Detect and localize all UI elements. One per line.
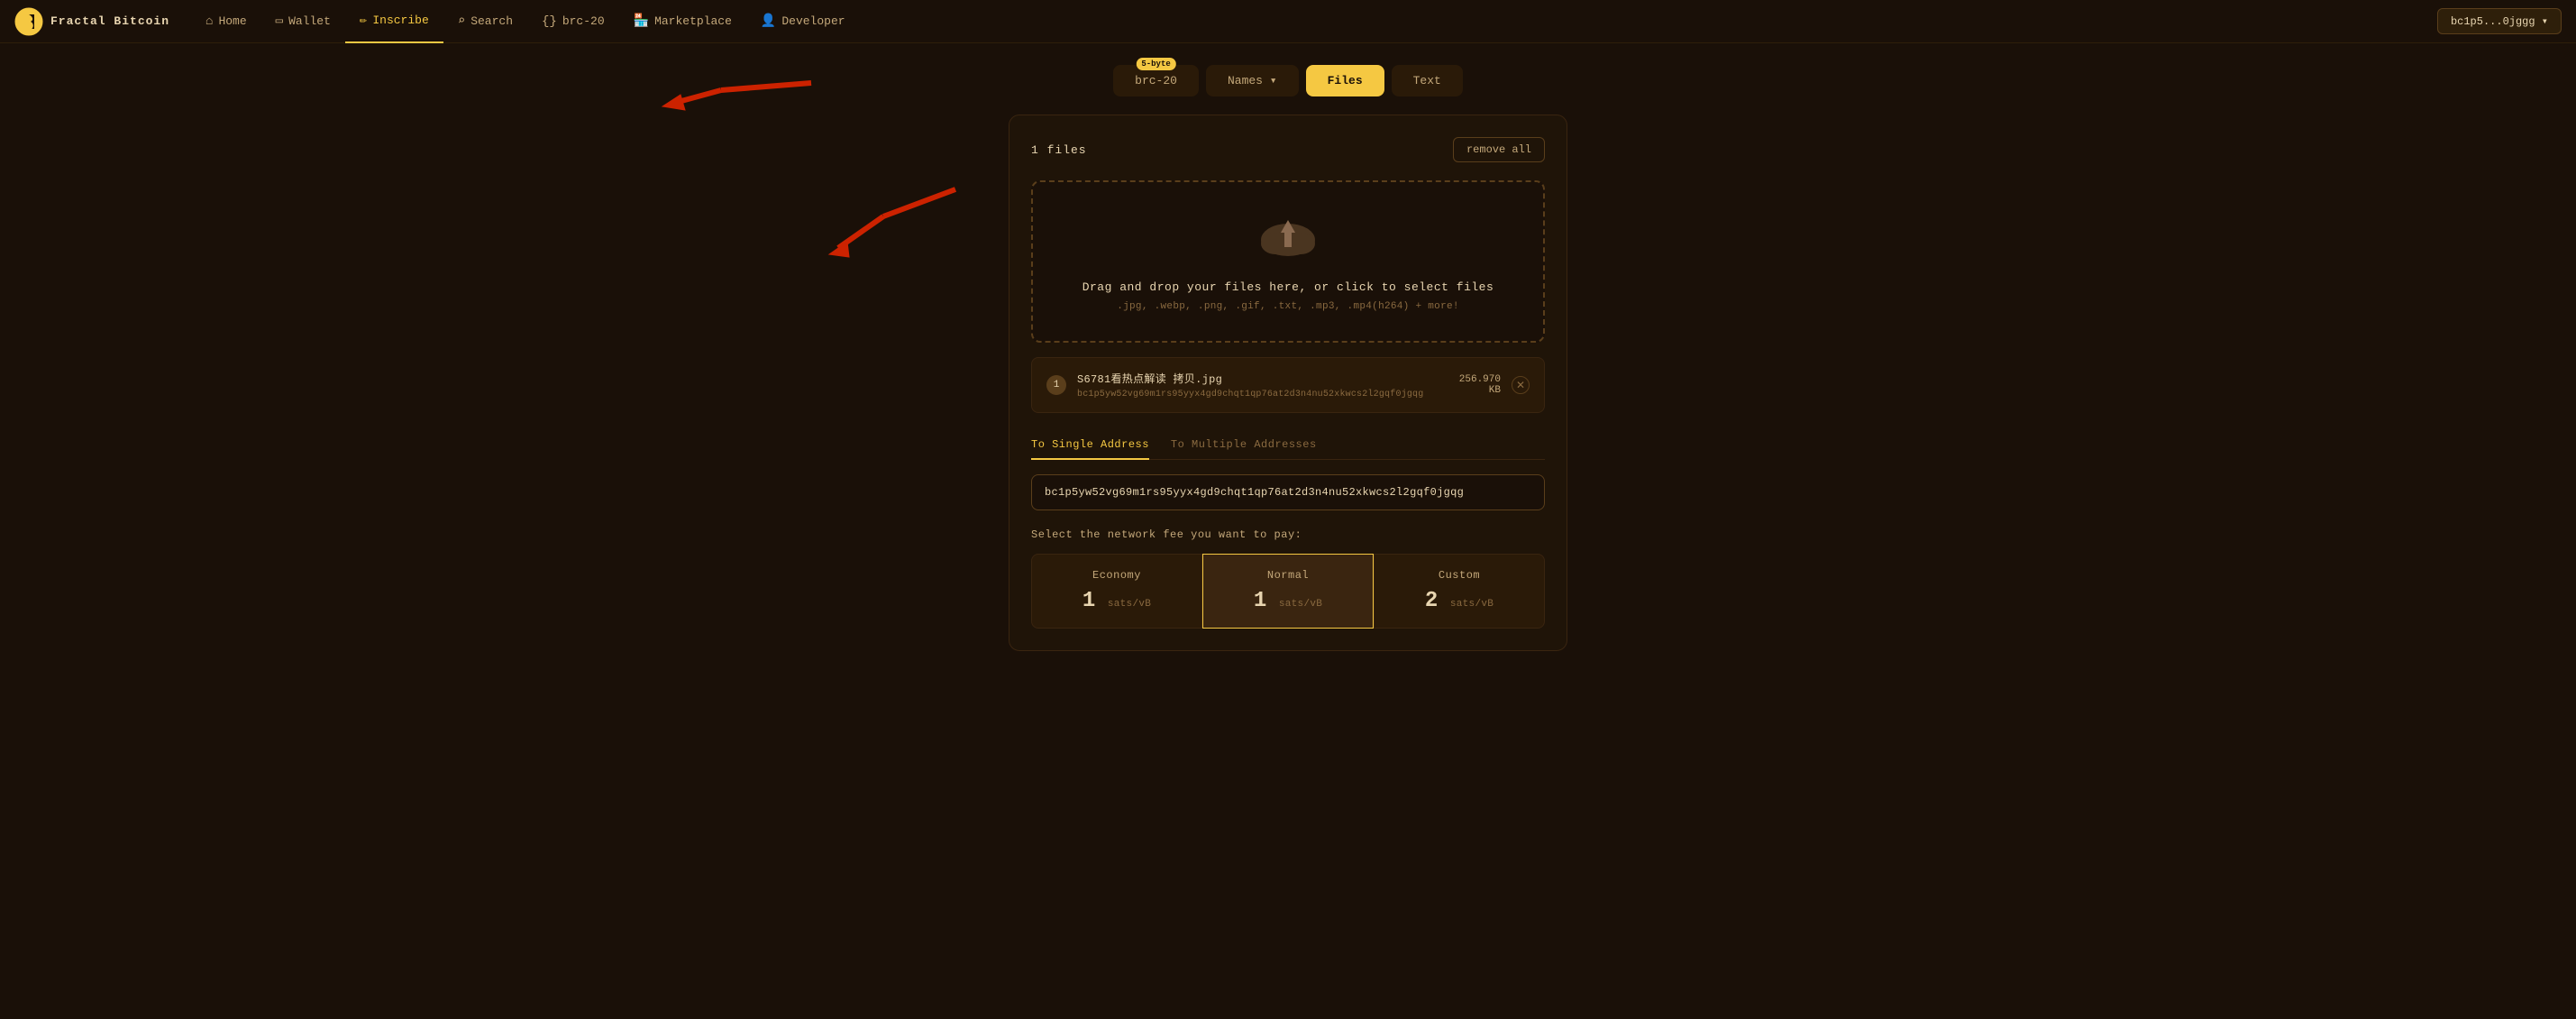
file-name: S6781看热点解读 拷贝.jpg bbox=[1077, 371, 1448, 386]
panel-header: 1 files remove all bbox=[1031, 137, 1545, 162]
fee-normal-unit: sats/vB bbox=[1279, 599, 1322, 610]
search-icon: ⌕ bbox=[458, 14, 465, 29]
wallet-button[interactable]: bc1p5...0jggg ▾ bbox=[2437, 8, 2562, 34]
nav-item-developer[interactable]: 👤 Developer bbox=[746, 0, 860, 43]
address-tab-single[interactable]: To Single Address bbox=[1031, 431, 1149, 460]
nav-label-brc20: brc-20 bbox=[562, 14, 605, 28]
file-address: bc1p5yw52vg69m1rs95yyx4gd9chqt1qp76at2d3… bbox=[1077, 390, 1448, 399]
tab-brc20-label: brc-20 bbox=[1135, 74, 1177, 87]
brc20-badge: 5-byte bbox=[1136, 58, 1175, 70]
fee-economy-unit: sats/vB bbox=[1108, 599, 1151, 610]
file-size: 256.970 KB bbox=[1459, 374, 1501, 396]
wallet-address: bc1p5...0jggg ▾ bbox=[2451, 14, 2548, 28]
fee-normal-label: Normal bbox=[1214, 569, 1362, 582]
tab-names-label: Names ▾ bbox=[1228, 74, 1277, 87]
fee-custom-unit: sats/vB bbox=[1450, 599, 1494, 610]
navbar: Fractal Bitcoin ⌂ Home ▭ Wallet ✏ Inscri… bbox=[0, 0, 2576, 43]
address-tabs: To Single Address To Multiple Addresses bbox=[1031, 431, 1545, 460]
logo-text: Fractal Bitcoin bbox=[50, 14, 169, 28]
nav-item-marketplace[interactable]: 🏪 Marketplace bbox=[619, 0, 746, 43]
address-input[interactable] bbox=[1031, 474, 1545, 510]
fee-economy-value-row: 1 sats/vB bbox=[1043, 589, 1191, 613]
remove-all-button[interactable]: remove all bbox=[1453, 137, 1545, 162]
tab-names[interactable]: Names ▾ bbox=[1206, 65, 1299, 96]
fee-card-custom[interactable]: Custom 2 sats/vB bbox=[1374, 554, 1545, 629]
fee-custom-label: Custom bbox=[1385, 569, 1533, 582]
nav-label-search: Search bbox=[470, 14, 513, 28]
fee-economy-value: 1 bbox=[1082, 589, 1095, 613]
dropzone[interactable]: Drag and drop your files here, or click … bbox=[1031, 180, 1545, 343]
nav-item-home[interactable]: ⌂ Home bbox=[191, 0, 261, 43]
fee-label: Select the network fee you want to pay: bbox=[1031, 528, 1545, 541]
inscribe-panel: 1 files remove all Drag and drop your fi… bbox=[1009, 115, 1567, 651]
wallet-icon: ▭ bbox=[276, 14, 283, 29]
file-count: 1 files bbox=[1031, 143, 1087, 157]
file-item: 1 S6781看热点解读 拷贝.jpg bc1p5yw52vg69m1rs95y… bbox=[1031, 357, 1545, 413]
fee-card-normal[interactable]: Normal 1 sats/vB bbox=[1202, 554, 1374, 629]
nav-label-wallet: Wallet bbox=[288, 14, 331, 28]
fee-normal-value: 1 bbox=[1254, 589, 1266, 613]
tab-brc20[interactable]: 5-byte brc-20 bbox=[1113, 65, 1199, 96]
fee-card-economy[interactable]: Economy 1 sats/vB bbox=[1031, 554, 1202, 629]
fee-custom-value: 2 bbox=[1425, 589, 1438, 613]
nav-logo[interactable]: Fractal Bitcoin bbox=[14, 7, 169, 36]
tab-files[interactable]: Files bbox=[1306, 65, 1384, 96]
nav-item-inscribe[interactable]: ✏ Inscribe bbox=[345, 0, 443, 43]
file-remove-button[interactable]: ✕ bbox=[1512, 376, 1530, 394]
file-index: 1 bbox=[1046, 375, 1066, 395]
tab-files-label: Files bbox=[1328, 74, 1363, 87]
tab-text[interactable]: Text bbox=[1392, 65, 1463, 96]
logo-icon bbox=[14, 7, 43, 36]
marketplace-icon: 🏪 bbox=[634, 14, 649, 29]
dropzone-text: Drag and drop your files here, or click … bbox=[1051, 280, 1525, 294]
brc20-icon: {} bbox=[542, 14, 557, 29]
home-icon: ⌂ bbox=[206, 14, 213, 29]
fee-custom-value-row: 2 sats/vB bbox=[1385, 589, 1533, 613]
file-size-value: 256.970 bbox=[1459, 374, 1501, 385]
fee-cards: Economy 1 sats/vB Normal 1 sats/vB Custo… bbox=[1031, 554, 1545, 629]
tab-text-label: Text bbox=[1413, 74, 1441, 87]
nav-label-home: Home bbox=[218, 14, 246, 28]
address-tab-multiple[interactable]: To Multiple Addresses bbox=[1171, 431, 1317, 460]
nav-label-marketplace: Marketplace bbox=[654, 14, 732, 28]
dropzone-formats: .jpg, .webp, .png, .gif, .txt, .mp3, .mp… bbox=[1051, 301, 1525, 312]
nav-items: ⌂ Home ▭ Wallet ✏ Inscribe ⌕ Search {} b… bbox=[191, 0, 2437, 43]
nav-item-brc20[interactable]: {} brc-20 bbox=[527, 0, 619, 43]
developer-icon: 👤 bbox=[761, 14, 776, 29]
nav-item-wallet[interactable]: ▭ Wallet bbox=[261, 0, 345, 43]
nav-item-search[interactable]: ⌕ Search bbox=[443, 0, 527, 43]
fee-economy-label: Economy bbox=[1043, 569, 1191, 582]
nav-label-developer: Developer bbox=[781, 14, 845, 28]
file-info: S6781看热点解读 拷贝.jpg bc1p5yw52vg69m1rs95yyx… bbox=[1077, 371, 1448, 399]
file-size-unit: KB bbox=[1489, 385, 1501, 396]
inscribe-icon: ✏ bbox=[360, 13, 367, 28]
tabs-row: 5-byte brc-20 Names ▾ Files Text bbox=[1113, 65, 1463, 96]
nav-label-inscribe: Inscribe bbox=[372, 14, 428, 27]
fee-normal-value-row: 1 sats/vB bbox=[1214, 589, 1362, 613]
main-content: 5-byte brc-20 Names ▾ Files Text 1 files… bbox=[0, 43, 2576, 1019]
upload-cloud-icon bbox=[1256, 211, 1320, 262]
